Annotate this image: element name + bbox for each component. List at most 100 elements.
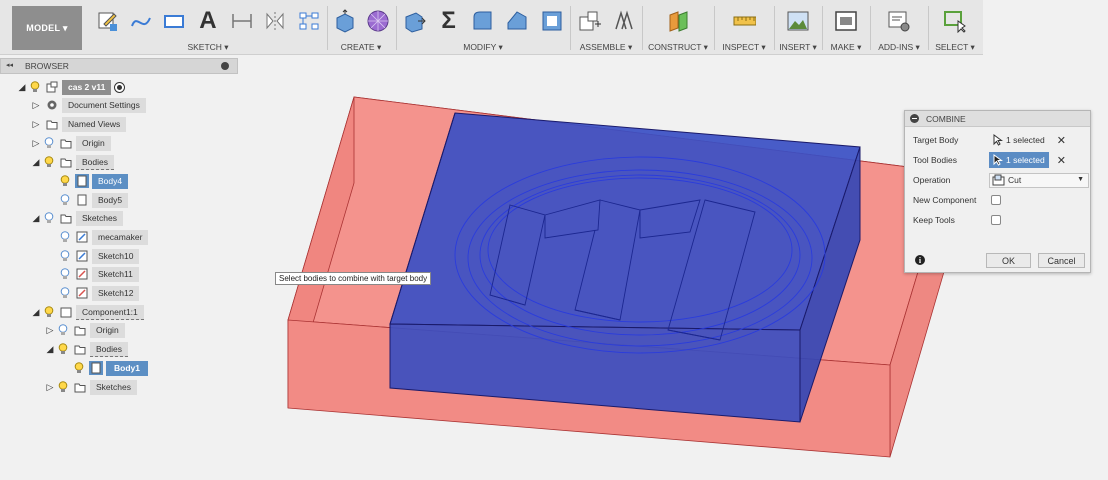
visibility-bulb-off-icon[interactable]: [58, 267, 72, 281]
cancel-button[interactable]: Cancel: [1038, 253, 1085, 268]
sketch-palette-icon[interactable]: [297, 8, 321, 34]
insert-menu[interactable]: INSERT ▾: [775, 42, 821, 53]
make-menu[interactable]: MAKE ▾: [823, 42, 869, 53]
tree-item-body5[interactable]: Body5: [58, 192, 129, 208]
tree-item-origin[interactable]: ▷ Origin: [30, 135, 111, 151]
visibility-bulb-off-icon[interactable]: [42, 136, 56, 150]
info-icon[interactable]: i: [915, 255, 925, 265]
visibility-bulb-icon[interactable]: [58, 174, 72, 188]
workspace-model-button[interactable]: MODEL ▾: [12, 6, 82, 50]
browser-header[interactable]: ◂◂ BROWSER: [0, 58, 238, 74]
collapsed-arrow-icon[interactable]: ▷: [30, 119, 42, 130]
mirror-icon[interactable]: [263, 8, 287, 34]
visibility-bulb-icon[interactable]: [42, 155, 56, 169]
folder-icon: [73, 323, 87, 337]
scripts-addins-icon[interactable]: [887, 8, 911, 34]
ok-button[interactable]: OK: [986, 253, 1031, 268]
press-pull-icon[interactable]: [402, 8, 426, 34]
create-sketch-icon[interactable]: [95, 8, 119, 34]
select-menu[interactable]: SELECT ▾: [929, 42, 981, 53]
new-component-icon[interactable]: [577, 8, 601, 34]
tree-item-component-bodies[interactable]: ◢ Bodies: [44, 341, 128, 357]
sketch-warning-icon: [75, 286, 89, 300]
tree-item-document-settings[interactable]: ▷ Document Settings: [30, 97, 146, 113]
visibility-bulb-icon[interactable]: [42, 305, 56, 319]
tree-item-component-origin[interactable]: ▷ Origin: [44, 322, 125, 338]
operation-label: Operation: [913, 175, 951, 185]
tree-item-bodies[interactable]: ◢ Bodies: [30, 154, 114, 170]
fillet-icon[interactable]: [471, 8, 495, 34]
tree-item-sketches[interactable]: ◢ Sketches: [30, 210, 123, 226]
tree-item-component1[interactable]: ◢ Component1:1: [30, 304, 144, 320]
spline-icon[interactable]: [129, 8, 153, 34]
insert-image-icon[interactable]: [786, 8, 810, 34]
tree-item-sketch-mecamaker[interactable]: mecamaker: [58, 229, 149, 245]
visibility-bulb-icon[interactable]: [72, 361, 86, 375]
tree-item-body1[interactable]: Body1: [72, 360, 148, 376]
expanded-arrow-icon[interactable]: ◢: [44, 344, 56, 355]
sketch-menu[interactable]: SKETCH ▾: [90, 42, 326, 53]
select-icon[interactable]: [943, 8, 967, 34]
clear-tools-icon[interactable]: ✕: [1057, 154, 1066, 167]
combine-dialog-header[interactable]: COMBINE: [905, 111, 1090, 127]
browser-collapse-icon[interactable]: ◂◂: [6, 61, 13, 69]
assemble-menu[interactable]: ASSEMBLE ▾: [571, 42, 641, 53]
minimize-icon[interactable]: [910, 114, 919, 123]
modify-menu[interactable]: MODIFY ▾: [397, 42, 569, 53]
joint-icon[interactable]: [612, 8, 636, 34]
tree-item-label: Body4: [92, 173, 129, 189]
visibility-bulb-off-icon[interactable]: [42, 211, 56, 225]
extrude-icon[interactable]: [333, 8, 357, 34]
visibility-bulb-icon[interactable]: [56, 380, 70, 394]
text-icon[interactable]: A: [196, 7, 220, 34]
inspect-menu[interactable]: INSPECT ▾: [715, 42, 773, 53]
tree-item-component-sketches[interactable]: ▷ Sketches: [44, 379, 137, 395]
dimension-icon[interactable]: [230, 8, 254, 34]
tool-body[interactable]: [389, 112, 861, 423]
3d-print-icon[interactable]: [834, 8, 858, 34]
rectangle-icon[interactable]: [162, 8, 186, 34]
tree-item-root[interactable]: ◢ cas 2 v11: [16, 79, 126, 95]
compute-all-icon[interactable]: Σ: [437, 7, 461, 34]
expanded-arrow-icon[interactable]: ◢: [30, 213, 42, 224]
construct-menu[interactable]: CONSTRUCT ▾: [643, 42, 713, 53]
target-body-selector[interactable]: 1 selected: [989, 132, 1049, 148]
collapsed-arrow-icon[interactable]: ▷: [30, 138, 42, 149]
visibility-bulb-off-icon[interactable]: [58, 230, 72, 244]
folder-icon: [59, 211, 73, 225]
tree-item-sketch10[interactable]: Sketch10: [58, 248, 140, 264]
expanded-arrow-icon[interactable]: ◢: [16, 82, 28, 93]
tree-item-label: Document Settings: [62, 97, 146, 113]
tree-item-sketch12[interactable]: Sketch12: [58, 285, 140, 301]
clear-target-icon[interactable]: ✕: [1057, 134, 1066, 147]
tree-item-body4[interactable]: Body4: [58, 173, 129, 189]
browser-pin-icon[interactable]: [221, 62, 229, 70]
new-component-checkbox[interactable]: [991, 195, 1001, 205]
operation-dropdown[interactable]: Cut ▼: [989, 172, 1089, 188]
visibility-bulb-off-icon[interactable]: [58, 286, 72, 300]
offset-plane-icon[interactable]: [666, 8, 690, 34]
keep-tools-checkbox[interactable]: [991, 215, 1001, 225]
activate-radio-icon[interactable]: [114, 81, 126, 93]
expanded-arrow-icon[interactable]: ◢: [30, 307, 42, 318]
visibility-bulb-icon[interactable]: [56, 342, 70, 356]
shell-icon[interactable]: [540, 8, 564, 34]
collapsed-arrow-icon[interactable]: ▷: [44, 382, 56, 393]
visibility-bulb-icon[interactable]: [28, 80, 42, 94]
tree-item-sketch11[interactable]: Sketch11: [58, 266, 139, 282]
tree-item-label: Bodies: [90, 341, 128, 357]
collapsed-arrow-icon[interactable]: ▷: [44, 325, 56, 336]
tree-item-named-views[interactable]: ▷ Named Views: [30, 116, 127, 132]
visibility-bulb-off-icon[interactable]: [58, 193, 72, 207]
visibility-bulb-off-icon[interactable]: [58, 249, 72, 263]
collapsed-arrow-icon[interactable]: ▷: [30, 100, 42, 111]
create-menu[interactable]: CREATE ▾: [328, 42, 394, 53]
combine-dialog: COMBINE Target Body 1 selected ✕ Tool Bo…: [904, 110, 1091, 273]
tool-bodies-selector[interactable]: 1 selected: [989, 152, 1049, 168]
visibility-bulb-off-icon[interactable]: [56, 323, 70, 337]
expanded-arrow-icon[interactable]: ◢: [30, 157, 42, 168]
form-icon[interactable]: [366, 8, 390, 34]
addins-menu[interactable]: ADD-INS ▾: [871, 42, 927, 53]
measure-icon[interactable]: [732, 8, 756, 34]
chamfer-icon[interactable]: [505, 8, 529, 34]
